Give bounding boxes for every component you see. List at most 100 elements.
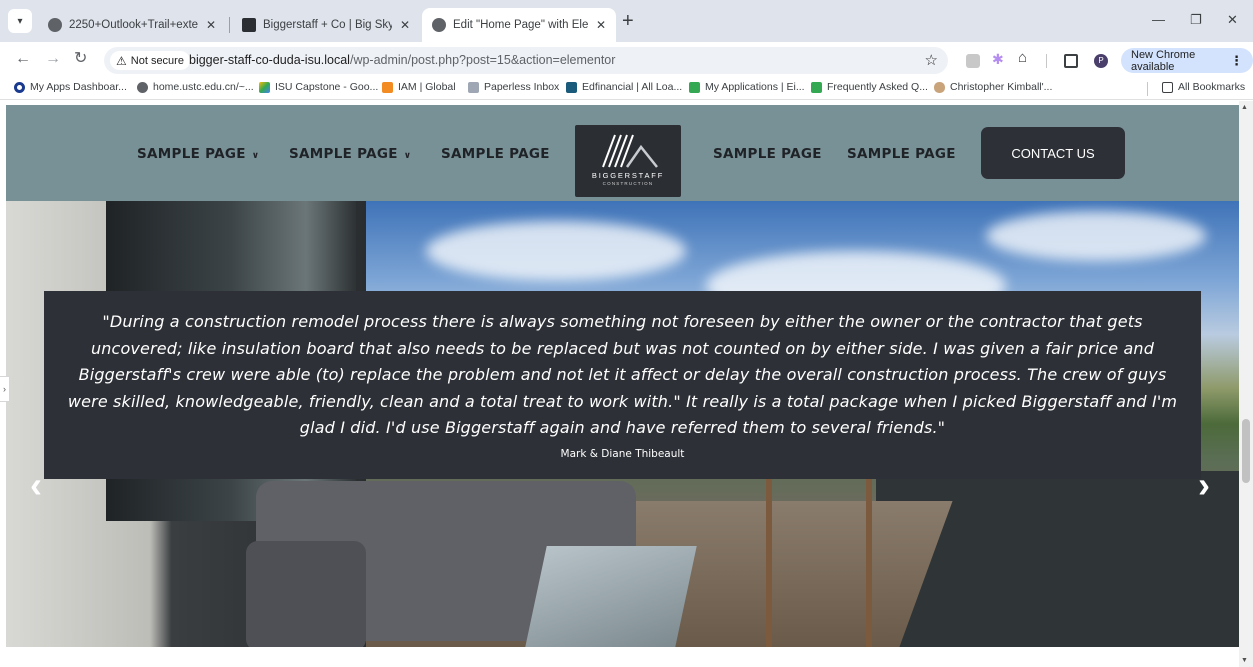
extensions-icon[interactable]: ⌂ (1018, 50, 1032, 65)
back-icon[interactable]: ← (15, 50, 31, 68)
nav-label: SAMPLE PAGE (847, 146, 956, 162)
tab-elementor-editor[interactable]: Edit "Home Page" with Element ✕ (422, 8, 616, 42)
globe-icon (137, 81, 148, 93)
reload-icon[interactable]: ↻ (74, 50, 87, 68)
kimball-icon (934, 81, 945, 93)
browser-tab-strip: ▾ 2250+Outlook+Trail+exterior1- ✕ Bigger… (0, 0, 1253, 42)
url-text[interactable]: bigger-staff-co-duda-isu.local/wp-admin/… (189, 53, 615, 67)
forward-icon[interactable]: → (45, 50, 61, 68)
bookmark-item[interactable]: Frequently Asked Q... (811, 81, 928, 93)
bookmark-star-icon[interactable]: ☆ (925, 51, 938, 69)
side-panel-icon[interactable] (1064, 54, 1078, 68)
browser-toolbar: ← → ↻ ⚠ Not secure bigger-staff-co-duda-… (0, 42, 1253, 78)
bookmarks-divider (1147, 82, 1148, 96)
tab-close-icon[interactable]: ✕ (400, 18, 410, 32)
globe-icon (432, 18, 446, 32)
testimonial-quote: "During a construction remodel process t… (67, 312, 1178, 437)
slider-next-icon[interactable]: › (1198, 467, 1210, 503)
extension-puzzle-spark-icon[interactable]: ✱ (992, 52, 1006, 66)
nav-item-1[interactable]: SAMPLE PAGE ∨ (137, 146, 259, 162)
scroll-up-icon[interactable]: ▲ (1241, 104, 1248, 111)
tab-title: 2250+Outlook+Trail+exterior1- (69, 19, 198, 31)
drive-icon (259, 81, 270, 93)
minimize-icon[interactable]: — (1152, 12, 1165, 27)
testimonial-author: Mark & Diane Thibeault (560, 448, 685, 460)
nav-label: SAMPLE PAGE (713, 146, 822, 162)
all-bookmarks-button[interactable]: All Bookmarks (1162, 81, 1245, 93)
bookmark-item[interactable]: Edfinancial | All Loa... (566, 81, 682, 93)
nav-item-2[interactable]: SAMPLE PAGE ∨ (289, 146, 411, 162)
chevron-down-icon: ∨ (403, 151, 412, 161)
tab-close-icon[interactable]: ✕ (596, 18, 606, 32)
applications-icon (689, 81, 700, 93)
page-viewport: › SAMPLE PAGE ∨ SAMPLE PAGE ∨ SAMPLE PAGE … (0, 101, 1253, 667)
sofa-corner (246, 541, 366, 647)
nav-item-3[interactable]: SAMPLE PAGE (441, 146, 550, 162)
tab-outlook-trail[interactable]: 2250+Outlook+Trail+exterior1- ✕ (38, 8, 226, 42)
bookmark-item[interactable]: My Applications | Ei... (689, 81, 805, 93)
address-bar[interactable]: ⚠ Not secure bigger-staff-co-duda-isu.lo… (104, 47, 948, 74)
nav-label: SAMPLE PAGE (441, 146, 550, 162)
restore-icon[interactable]: ❐ (1190, 12, 1202, 28)
all-bookmarks-label: All Bookmarks (1178, 81, 1246, 93)
testimonial-card: "During a construction remodel process t… (44, 291, 1201, 479)
bookmark-label: IAM | Global (398, 81, 456, 93)
paperless-icon (468, 81, 479, 93)
bookmark-item[interactable]: home.ustc.edu.cn/~... (137, 81, 254, 93)
bookmark-label: My Applications | Ei... (705, 81, 805, 93)
nav-item-4[interactable]: SAMPLE PAGE (713, 146, 822, 162)
close-window-icon[interactable]: ✕ (1227, 12, 1238, 28)
tab-title: Biggerstaff + Co | Big Sky Mont (263, 19, 392, 31)
chrome-update-button[interactable]: New Chrome available ⋮ (1121, 48, 1253, 73)
edfinancial-icon (566, 81, 577, 93)
nav-item-5[interactable]: SAMPLE PAGE (847, 146, 956, 162)
url-path: /wp-admin/post.php?post=15&action=elemen… (349, 53, 616, 67)
bookmark-item[interactable]: Paperless Inbox (468, 81, 559, 93)
chevron-down-icon: ∨ (251, 151, 260, 161)
bookmark-item[interactable]: ISU Capstone - Goo... (259, 81, 378, 93)
menu-dots-icon: ⋮ (1230, 52, 1243, 68)
logo-wordmark: BIGGERSTAFF (591, 171, 665, 180)
folder-icon (1162, 81, 1173, 93)
cloud-shape (986, 211, 1206, 261)
update-label: New Chrome available (1131, 48, 1196, 73)
new-tab-button[interactable]: + (622, 11, 634, 31)
deck-post (866, 471, 872, 647)
bookmark-label: Edfinancial | All Loa... (582, 81, 683, 93)
scroll-down-icon[interactable]: ▼ (1241, 657, 1248, 664)
url-host: bigger-staff-co-duda-isu.local (189, 53, 350, 67)
tab-title: Edit "Home Page" with Element (453, 19, 588, 31)
contact-us-button[interactable]: CONTACT US (981, 127, 1125, 179)
bookmark-item[interactable]: IAM | Global (382, 81, 456, 93)
slider-prev-icon[interactable]: ‹ (30, 467, 42, 503)
tab-close-icon[interactable]: ✕ (206, 18, 216, 32)
biggerstaff-logo[interactable]: BIGGERSTAFF CONSTRUCTION (575, 125, 681, 197)
profile-avatar[interactable]: P (1094, 54, 1108, 68)
bookmark-item[interactable]: Christopher Kimball'... (934, 81, 1052, 93)
mountain-logo-icon (602, 134, 658, 168)
bookmark-label: Frequently Asked Q... (827, 81, 928, 93)
toolbar-divider (1046, 54, 1047, 68)
globe-icon (48, 18, 62, 32)
bookmark-label: Paperless Inbox (484, 81, 560, 93)
scrollbar-thumb[interactable] (1242, 419, 1250, 483)
not-secure-label: Not secure (130, 54, 184, 67)
bookmark-label: My Apps Dashboar... (30, 81, 127, 93)
elementor-panel-toggle[interactable]: › (0, 376, 10, 402)
bookmark-label: Christopher Kimball'... (950, 81, 1053, 93)
tab-biggerstaff[interactable]: Biggerstaff + Co | Big Sky Mont ✕ (232, 8, 420, 42)
extension-icon[interactable] (966, 54, 980, 68)
faq-icon (811, 81, 822, 93)
bookmark-label: ISU Capstone - Goo... (275, 81, 379, 93)
nav-label: SAMPLE PAGE (289, 146, 398, 162)
apps-dashboard-icon (14, 81, 25, 93)
bookmark-item[interactable]: My Apps Dashboar... (14, 81, 127, 93)
tab-divider (229, 17, 230, 33)
warning-icon: ⚠ (116, 53, 127, 68)
security-chip[interactable]: ⚠ Not secure (110, 51, 190, 70)
page-scrollbar[interactable]: ▲ ▼ (1239, 101, 1253, 667)
tab-search-chevron-icon[interactable]: ▾ (8, 9, 32, 33)
iam-icon (382, 81, 393, 93)
deck-post (766, 461, 772, 647)
bookmark-label: home.ustc.edu.cn/~... (153, 81, 254, 93)
